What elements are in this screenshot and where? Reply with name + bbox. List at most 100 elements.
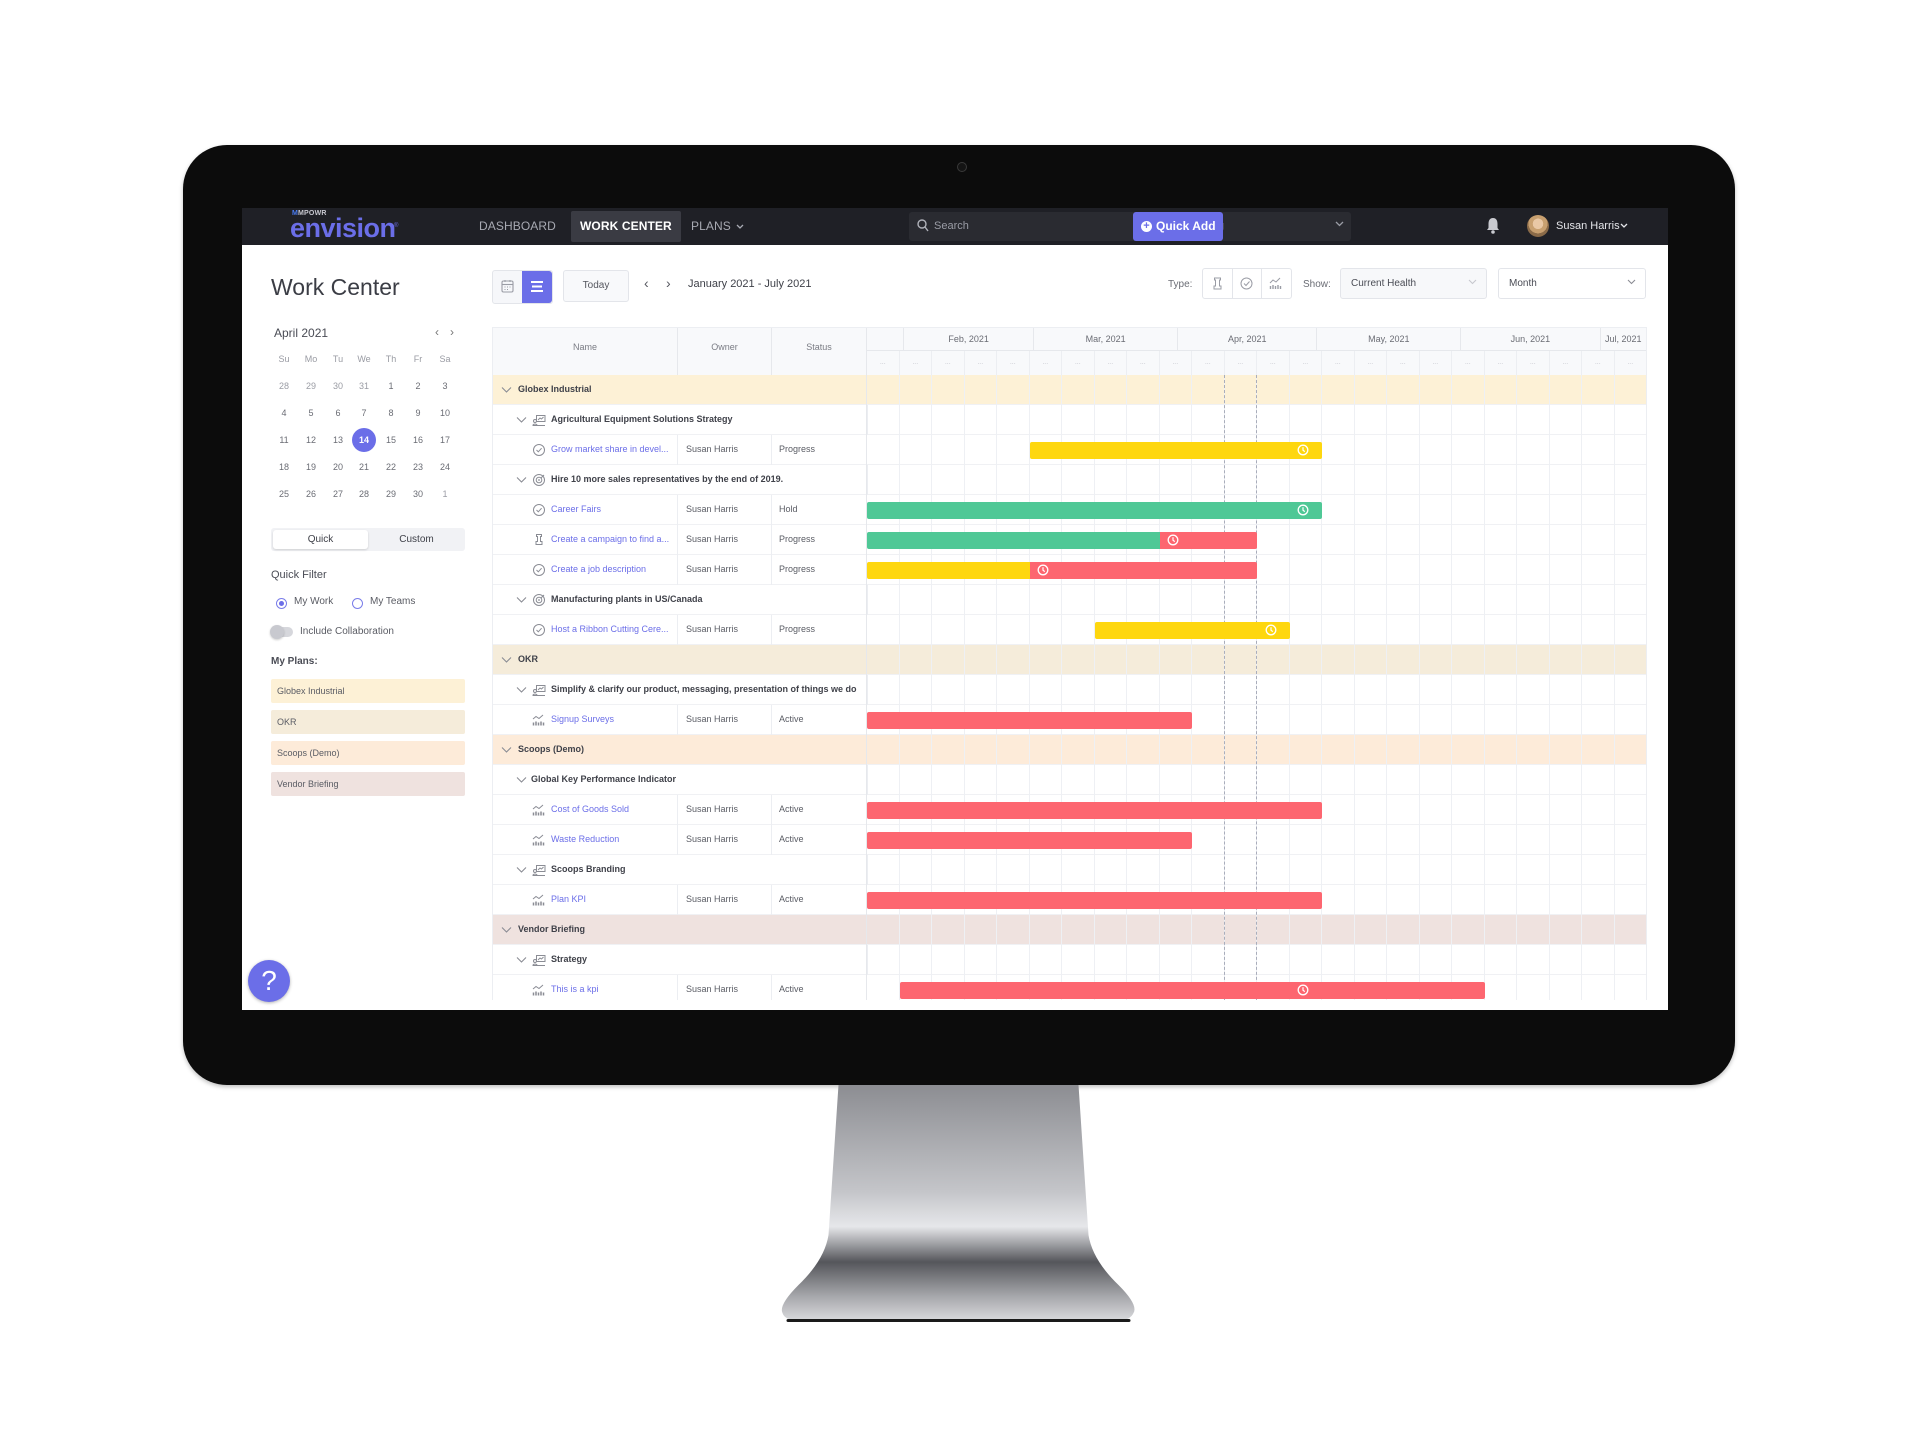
chevron-down-icon[interactable] — [501, 386, 512, 394]
gantt-bar-segment[interactable] — [1094, 621, 1290, 639]
plan-name[interactable]: Scoops (Demo) — [518, 735, 858, 765]
plan-name[interactable]: Globex Industrial — [518, 375, 858, 405]
chevron-down-icon[interactable] — [501, 926, 512, 934]
my-plan-item[interactable]: Scoops (Demo) — [271, 741, 465, 765]
group-row[interactable]: Simplify & clarify our product, messagin… — [493, 675, 1646, 705]
calendar-day[interactable]: 30 — [325, 381, 351, 391]
group-row[interactable]: Global Key Performance Indicator — [493, 765, 1646, 795]
chevron-down-icon[interactable] — [516, 866, 527, 874]
show-select[interactable]: Current Health — [1340, 268, 1487, 299]
prev-range-icon[interactable]: ‹ — [644, 275, 649, 291]
gantt-bar-segment[interactable] — [867, 561, 1030, 579]
column-header-name[interactable]: Name — [493, 328, 678, 375]
chevron-down-icon[interactable] — [516, 776, 527, 784]
calendar-day[interactable]: 2 — [405, 381, 431, 391]
user-name[interactable]: Susan Harris — [1556, 208, 1620, 245]
logo[interactable]: MMPOWR envision ® — [290, 210, 400, 243]
gantt-bar-segment[interactable] — [899, 981, 1485, 999]
chevron-down-icon[interactable] — [516, 476, 527, 484]
calendar-day[interactable]: 21 — [351, 462, 377, 472]
radio-my-work[interactable] — [276, 598, 287, 609]
calendar-day[interactable]: 25 — [271, 489, 297, 499]
help-button[interactable]: ? — [248, 960, 290, 1002]
plan-name[interactable]: OKR — [518, 645, 858, 675]
calendar-day-selected[interactable]: 14 — [352, 428, 376, 452]
calendar-day[interactable]: 23 — [405, 462, 431, 472]
calendar-day[interactable]: 31 — [351, 381, 377, 391]
chevron-down-icon[interactable] — [516, 596, 527, 604]
my-plan-item[interactable]: OKR — [271, 710, 465, 734]
nav-work-center[interactable]: WORK CENTER — [571, 211, 681, 242]
gantt-bar-segment[interactable] — [1029, 561, 1257, 579]
list-view-button[interactable] — [522, 271, 552, 303]
calendar-day[interactable]: 29 — [298, 381, 324, 391]
calendar-day[interactable]: 19 — [298, 462, 324, 472]
group-row[interactable]: Scoops Branding — [493, 855, 1646, 885]
radio-my-teams[interactable] — [352, 598, 363, 609]
include-collaboration-toggle[interactable] — [270, 625, 293, 639]
calendar-day[interactable]: 20 — [325, 462, 351, 472]
bell-icon[interactable] — [1486, 217, 1500, 234]
calendar-day[interactable]: 30 — [405, 489, 431, 499]
calendar-day[interactable]: 28 — [271, 381, 297, 391]
gantt-bar-segment[interactable] — [867, 801, 1322, 819]
calendar-day[interactable]: 17 — [432, 435, 458, 445]
next-range-icon[interactable]: › — [666, 275, 671, 291]
calendar-day[interactable]: 7 — [351, 408, 377, 418]
calendar-day[interactable]: 13 — [325, 435, 351, 445]
calendar-day[interactable]: 18 — [271, 462, 297, 472]
calendar-view-button[interactable] — [493, 271, 522, 303]
group-row[interactable]: Strategy — [493, 945, 1646, 975]
radio-my-teams-label[interactable]: My Teams — [370, 596, 415, 607]
plan-row[interactable]: Globex Industrial — [493, 375, 1646, 405]
calendar-day[interactable]: 4 — [271, 408, 297, 418]
gantt-bar-segment[interactable] — [867, 501, 1322, 519]
plan-name[interactable]: Vendor Briefing — [518, 915, 858, 945]
calendar-day[interactable]: 26 — [298, 489, 324, 499]
today-button[interactable]: Today — [563, 270, 629, 302]
calendar-day[interactable]: 11 — [271, 435, 297, 445]
scale-select[interactable]: Month — [1498, 268, 1646, 299]
gantt-bar-segment[interactable] — [867, 531, 1160, 549]
gantt-bar-segment[interactable] — [867, 711, 1192, 729]
calendar-day[interactable]: 1 — [378, 381, 404, 391]
type-objective-button[interactable] — [1203, 269, 1233, 298]
group-row[interactable]: Manufacturing plants in US/Canada — [493, 585, 1646, 615]
column-header-status[interactable]: Status — [772, 328, 867, 375]
my-plan-item[interactable]: Vendor Briefing — [271, 772, 465, 796]
chevron-down-icon[interactable] — [516, 686, 527, 694]
gantt-bar-segment[interactable] — [1029, 441, 1322, 459]
calendar-day[interactable]: 22 — [378, 462, 404, 472]
gantt-bar-segment[interactable] — [867, 891, 1322, 909]
nav-plans[interactable]: PLANS — [691, 208, 744, 245]
calendar-day[interactable]: 16 — [405, 435, 431, 445]
gantt-bar-segment[interactable] — [867, 831, 1192, 849]
calendar-day[interactable]: 24 — [432, 462, 458, 472]
calendar-day[interactable]: 3 — [432, 381, 458, 391]
nav-dashboard[interactable]: DASHBOARD — [479, 208, 556, 245]
search-input[interactable]: Search — [934, 212, 969, 241]
tab-custom[interactable]: Custom — [368, 530, 465, 549]
calendar-day[interactable]: 10 — [432, 408, 458, 418]
calendar-day[interactable]: 9 — [405, 408, 431, 418]
calendar-day[interactable]: 29 — [378, 489, 404, 499]
avatar[interactable] — [1527, 215, 1549, 237]
group-row[interactable]: Hire 10 more sales representatives by th… — [493, 465, 1646, 495]
type-kpi-button[interactable] — [1261, 269, 1290, 298]
quick-add-button[interactable]: + Quick Add — [1133, 212, 1223, 241]
calendar-day[interactable]: 28 — [351, 489, 377, 499]
chevron-down-icon[interactable] — [516, 416, 527, 424]
calendar-day[interactable]: 6 — [325, 408, 351, 418]
chevron-down-icon[interactable] — [501, 656, 512, 664]
plan-row[interactable]: Scoops (Demo) — [493, 735, 1646, 765]
group-name[interactable]: Global Key Performance Indicator — [531, 765, 1131, 795]
group-row[interactable]: Agricultural Equipment Solutions Strateg… — [493, 405, 1646, 435]
chevron-down-icon[interactable] — [1620, 223, 1628, 229]
tab-quick[interactable]: Quick — [273, 530, 368, 549]
chevron-down-icon[interactable] — [501, 746, 512, 754]
plan-row[interactable]: Vendor Briefing — [493, 915, 1646, 945]
calendar-prev-icon[interactable]: ‹ — [435, 325, 439, 339]
plan-row[interactable]: OKR — [493, 645, 1646, 675]
calendar-day[interactable]: 1 — [432, 489, 458, 499]
my-plan-item[interactable]: Globex Industrial — [271, 679, 465, 703]
